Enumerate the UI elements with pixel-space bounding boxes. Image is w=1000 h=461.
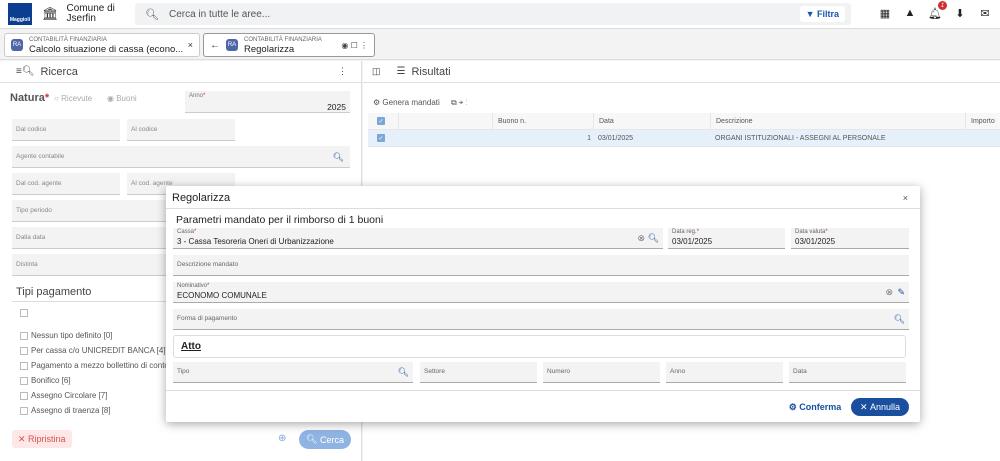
brand-logo[interactable]: Maggioli: [8, 3, 32, 25]
bell-icon[interactable]: 🔔︎ 1: [926, 1, 947, 22]
mail-icon[interactable]: ✉: [976, 4, 994, 22]
gear-icon: ⚙: [788, 401, 800, 412]
col-descrizione[interactable]: Descrizione: [710, 112, 965, 130]
search-panel-title: Ricerca: [40, 65, 78, 78]
table-header-row: ✓ Buono n. Data Descrizione Importo: [368, 112, 1000, 130]
atto-settore-field[interactable]: Settore: [420, 362, 537, 383]
town-hall-icon[interactable]: 🏛: [42, 6, 59, 22]
genera-mandati-button[interactable]: ⚙ Genera mandati: [373, 98, 440, 107]
search-icon[interactable]: 🔍︎: [333, 152, 344, 163]
al-codice-field[interactable]: Al codice: [127, 119, 235, 141]
gear-icon: ⚙: [373, 98, 383, 107]
search-icon[interactable]: 🔍︎: [398, 367, 409, 378]
dialog-title: Regolarizza: [172, 192, 231, 204]
col-data[interactable]: Data: [593, 112, 710, 130]
list-icon: ☰: [396, 66, 406, 77]
notification-badge: 1: [938, 1, 947, 10]
ripristina-button[interactable]: ✕ Ripristina: [12, 430, 72, 448]
conferma-button[interactable]: ⚙ Conferma: [783, 398, 847, 416]
atto-anno-field[interactable]: Anno: [666, 362, 783, 383]
select-all-checkbox[interactable]: [20, 308, 31, 319]
tipo-pagamento-item[interactable]: Assegno di traenza [8]: [20, 406, 111, 415]
search-placeholder: Cerca in tutte le aree...: [168, 8, 271, 20]
results-table: ✓ Buono n. Data Descrizione Importo ✓ 1 …: [368, 112, 1000, 147]
back-arrow-icon[interactable]: ←: [210, 40, 220, 51]
data-reg-field[interactable]: Data reg.* 03/01/2025: [668, 228, 785, 249]
search-icon: 🔍︎: [145, 8, 159, 21]
atto-numero-field[interactable]: Numero: [543, 362, 660, 383]
zoom-search-icon[interactable]: ⊕: [278, 433, 286, 444]
close-icon[interactable]: ×: [903, 193, 908, 203]
cerca-button[interactable]: 🔍︎ Cerca: [299, 430, 351, 449]
tipo-pagamento-item[interactable]: Per cassa c/o UNICREDIT BANCA [4]: [20, 346, 166, 355]
search-icon[interactable]: 🔍︎: [894, 314, 905, 325]
tipo-pagamento-item[interactable]: Bonifico [6]: [20, 376, 71, 385]
select-all-rows-checkbox[interactable]: ✓: [368, 117, 398, 125]
natura-label: Natura*: [10, 92, 50, 104]
col-buono[interactable]: Buono n.: [492, 112, 593, 130]
module-icon: RA: [226, 39, 238, 51]
data-valuta-field[interactable]: Data valuta* 03/01/2025: [791, 228, 909, 249]
tipo-pagamento-item[interactable]: Nessun tipo definito [0]: [20, 331, 112, 340]
top-bar: Maggioli 🏛 Comune di Jserfin 🔍︎ Cerca in…: [0, 0, 1000, 29]
dialog-subtitle: Parametri mandato per il rimborso di 1 b…: [176, 214, 384, 226]
tab-actions-icons[interactable]: ◉ ☐ ⋮: [341, 41, 368, 50]
atto-section: Atto: [173, 335, 906, 358]
col-importo[interactable]: Importo: [965, 112, 1000, 130]
dal-cod-agente-field[interactable]: Dal cod. agente: [12, 173, 120, 195]
tipo-pagamento-item[interactable]: Assegno Circolare [7]: [20, 391, 107, 400]
search-list-icon: ≡🔍︎: [16, 66, 35, 77]
tabs-bar: RA CONTABILITÀ FINANZIARIA Calcolo situa…: [0, 30, 1000, 60]
regolarizza-dialog: Regolarizza × Parametri mandato per il r…: [166, 186, 920, 422]
module-icon: RA: [11, 39, 23, 51]
organization-name: Comune di Jserfin: [66, 3, 115, 24]
annulla-button[interactable]: ✕ Annulla: [851, 398, 909, 416]
table-row[interactable]: ✓ 1 03/01/2025 ORGANI ISTITUZIONALI - AS…: [368, 130, 1000, 147]
results-panel-header: ◫ ☰ Risultati: [363, 61, 1000, 83]
natura-buoni-radio[interactable]: ◉ Buoni: [107, 94, 137, 103]
toolbar-icons: ▦ ▲ 🔔︎ 1 ⬇ ✉: [876, 1, 994, 22]
sidebar-toggle-icon[interactable]: ◫: [372, 66, 381, 77]
clear-icon[interactable]: ⊗: [637, 233, 645, 244]
dal-codice-field[interactable]: Dal codice: [12, 119, 120, 141]
tipi-pagamento-title: Tipi pagamento: [16, 286, 92, 298]
edit-pencil-icon[interactable]: ✎: [897, 287, 905, 298]
warning-icon[interactable]: ▲: [901, 4, 919, 22]
atto-data-field[interactable]: Data: [789, 362, 906, 383]
atto-tipo-field[interactable]: Tipo 🔍︎: [173, 362, 413, 383]
search-panel-header: ≡🔍︎ Ricerca ⋮: [0, 61, 361, 83]
search-icon: 🔍︎: [306, 434, 320, 444]
forma-pagamento-field[interactable]: Forma di pagamento 🔍︎: [173, 309, 909, 330]
tab-calcolo-situazione[interactable]: RA CONTABILITÀ FINANZIARIA Calcolo situa…: [4, 33, 200, 57]
download-icon[interactable]: ⬇: [951, 4, 969, 22]
filter-button[interactable]: ▼ Filtra: [799, 6, 845, 22]
close-tab-icon[interactable]: ×: [188, 40, 193, 50]
descrizione-mandato-field[interactable]: Descrizione mandato: [173, 255, 909, 276]
cassa-field[interactable]: Cassa* 3 - Cassa Tesoreria Oneri di Urba…: [173, 228, 663, 249]
anno-field[interactable]: Anno* 2025: [185, 91, 350, 113]
global-search[interactable]: 🔍︎ Cerca in tutte le aree... ▼ Filtra: [135, 3, 851, 25]
nominativo-field[interactable]: Nominativo* ECONOMO COMUNALE ⊗ ✎: [173, 282, 909, 303]
tipo-pagamento-item[interactable]: Pagamento a mezzo bollettino di conto: [20, 361, 169, 370]
reset-x-icon: ✕: [18, 433, 29, 444]
close-icon: ✕: [859, 401, 870, 412]
agente-contabile-field[interactable]: Agente contabile 🔍︎: [12, 146, 350, 168]
search-icon[interactable]: 🔍︎: [648, 233, 659, 244]
dashboard-icon[interactable]: ▦: [876, 4, 894, 22]
natura-ricevute-radio[interactable]: ○ Ricevute: [54, 94, 92, 103]
row-checkbox[interactable]: ✓: [368, 134, 398, 142]
clear-icon[interactable]: ⊗: [885, 287, 893, 298]
filter-icon: ▼: [805, 9, 817, 19]
results-title: Risultati: [411, 65, 451, 78]
atto-title: Atto: [181, 341, 201, 352]
toolbar-extra-icons[interactable]: ⧉ ⌖ ⋮: [451, 98, 468, 108]
more-icon[interactable]: ⋮: [338, 66, 347, 77]
tab-regolarizza[interactable]: ← RA CONTABILITÀ FINANZIARIA Regolarizza…: [203, 33, 375, 57]
